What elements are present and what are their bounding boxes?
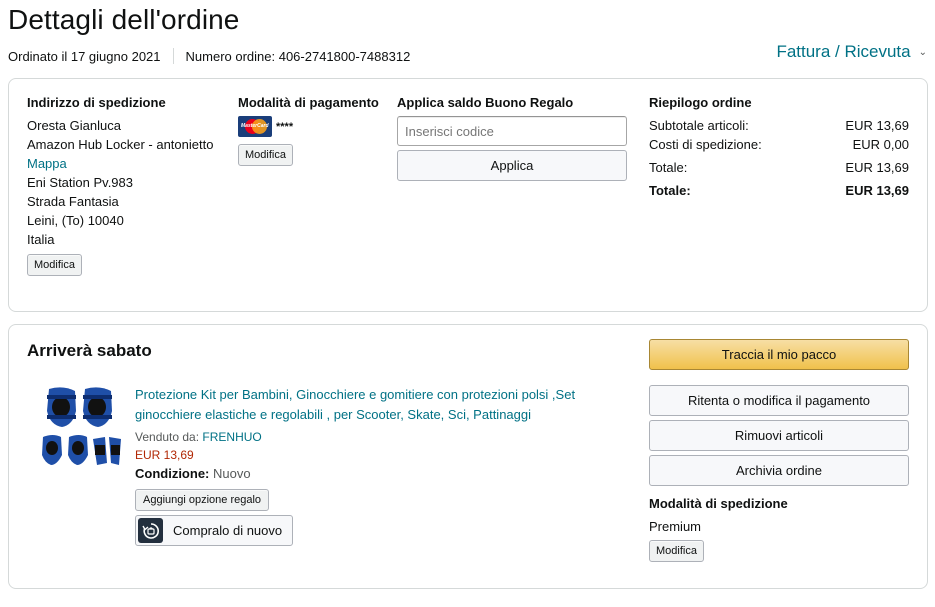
summary-row: Subtotale articoli: EUR 13,69	[649, 116, 909, 135]
address-city: Leini, (To) 10040	[27, 213, 124, 228]
mastercard-logo-text: MasterCard	[241, 123, 269, 129]
grand-total-row: Totale: EUR 13,69	[649, 181, 909, 200]
shipping-method-value: Premium	[649, 519, 702, 534]
order-info-box: Indirizzo di spedizione Oresta Gianluca …	[8, 78, 928, 312]
summary-value: EUR 0,00	[852, 137, 909, 152]
archive-order-button[interactable]: Archivia ordine	[649, 455, 909, 486]
summary-row: Costi di spedizione: EUR 0,00	[649, 135, 909, 154]
payment-title: Modalità di pagamento	[238, 95, 379, 110]
invoice-dropdown[interactable]: Fattura / Ricevuta ⌄	[776, 42, 927, 62]
sold-by-label: Venduto da:	[135, 430, 200, 444]
invoice-label: Fattura / Ricevuta	[776, 42, 911, 61]
summary-value: EUR 13,69	[845, 160, 909, 175]
address-name: Oresta Gianluca	[27, 118, 121, 133]
grand-total-label: Totale:	[649, 183, 691, 198]
mastercard-icon: MasterCard	[238, 116, 272, 137]
divider	[172, 48, 174, 64]
arrival-heading: Arriverà sabato	[27, 341, 152, 360]
grand-total-value: EUR 13,69	[845, 183, 909, 198]
summary-label: Costi di spedizione:	[649, 137, 762, 152]
shipping-address-section: Indirizzo di spedizione Oresta Gianluca …	[27, 95, 213, 276]
add-gift-option-button[interactable]: Aggiungi opzione regalo	[135, 489, 270, 511]
order-summary-title: Riepilogo ordine	[649, 95, 752, 110]
page-title: Dettagli dell'ordine	[8, 4, 240, 35]
apply-gift-button[interactable]: Applica	[397, 150, 627, 181]
payment-card: MasterCard ****	[238, 116, 293, 137]
gift-card-section: Applica saldo Buono Regalo Applica	[397, 95, 627, 181]
sold-by: Venduto da: FRENHUO	[135, 428, 605, 446]
product-info: Protezione Kit per Bambini, Ginocchiere …	[135, 385, 605, 546]
gift-card-title: Applica saldo Buono Regalo	[397, 95, 574, 110]
summary-label: Totale:	[649, 160, 688, 175]
summary-value: EUR 13,69	[845, 118, 909, 133]
order-number: Numero ordine: 406-2741800-7488312	[185, 48, 411, 64]
remove-items-button[interactable]: Rimuovi articoli	[649, 420, 909, 451]
edit-shipping-method-button[interactable]: Modifica	[649, 540, 704, 562]
address-country: Italia	[27, 232, 55, 247]
seller-link[interactable]: FRENHUO	[202, 430, 261, 444]
edit-address-button[interactable]: Modifica	[27, 254, 82, 276]
product-title-link[interactable]: Protezione Kit per Bambini, Ginocchiere …	[135, 385, 605, 425]
order-summary-section: Riepilogo ordine Subtotale articoli: EUR…	[649, 95, 909, 200]
product-condition: Condizione: Nuovo	[135, 464, 605, 483]
shipping-method-title: Modalità di spedizione	[649, 496, 788, 511]
product-image[interactable]	[35, 385, 125, 477]
address-line1: Eni Station Pv.983	[27, 175, 133, 190]
card-number: ****	[276, 120, 294, 133]
chevron-down-icon: ⌄	[918, 46, 927, 58]
product-price: EUR 13,69	[135, 448, 194, 462]
shipping-address-title: Indirizzo di spedizione	[27, 95, 166, 110]
track-package-button[interactable]: Traccia il mio pacco	[649, 339, 909, 370]
shipment-actions: Traccia il mio pacco Ritenta o modifica …	[649, 339, 909, 562]
summary-label: Subtotale articoli:	[649, 118, 749, 133]
buy-again-label: Compralo di nuovo	[173, 523, 283, 538]
edit-payment-button[interactable]: Modifica	[238, 144, 293, 166]
map-link[interactable]: Mappa	[27, 154, 213, 173]
order-date: Ordinato il 17 giugno 2021	[8, 48, 161, 64]
summary-row: Totale: EUR 13,69	[649, 158, 909, 177]
order-meta: Ordinato il 17 giugno 2021 Numero ordine…	[8, 48, 410, 64]
gift-code-input[interactable]	[397, 116, 627, 146]
payment-section: Modalità di pagamento MasterCard **** Mo…	[238, 95, 379, 166]
condition-value: Nuovo	[213, 466, 251, 481]
shipment-box: Arriverà sabato Protezione Kit per Bambi…	[8, 324, 928, 589]
condition-label: Condizione:	[135, 466, 210, 481]
address-line2: Strada Fantasia	[27, 194, 119, 209]
buy-again-button[interactable]: Compralo di nuovo	[135, 515, 294, 546]
retry-payment-button[interactable]: Ritenta o modifica il pagamento	[649, 385, 909, 416]
buy-again-icon	[138, 518, 163, 543]
address-locker: Amazon Hub Locker - antonietto	[27, 137, 214, 152]
